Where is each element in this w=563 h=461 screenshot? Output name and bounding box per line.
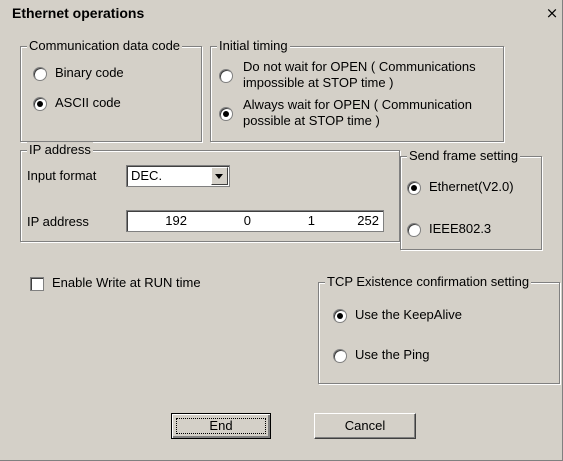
send-frame-setting-group: Send frame setting Ethernet(V2.0) IEEE80… (400, 148, 542, 250)
ip-address-legend: IP address (27, 142, 93, 158)
binary-code-label: Binary code (55, 65, 124, 80)
ip-octet-3[interactable]: 1 (257, 213, 315, 228)
radio-button[interactable] (407, 181, 421, 195)
ieee8023-radio[interactable]: IEEE802.3 (407, 221, 491, 237)
ip-address-field[interactable]: 192 0 1 252 (126, 210, 384, 232)
cancel-button[interactable]: Cancel (314, 413, 416, 439)
ascii-code-radio[interactable]: ASCII code (33, 95, 121, 111)
ip-octet-2[interactable]: 0 (193, 213, 251, 228)
ethernet-v2-label: Ethernet(V2.0) (429, 179, 514, 194)
communication-data-code-legend: Communication data code (27, 38, 183, 54)
checkbox[interactable] (30, 277, 44, 291)
radio-button[interactable] (33, 67, 47, 81)
keepalive-radio[interactable]: Use the KeepAlive (333, 307, 462, 323)
radio-button[interactable] (407, 223, 421, 237)
tcp-existence-group: TCP Existence confirmation setting Use t… (318, 274, 560, 384)
enable-write-checkbox[interactable]: Enable Write at RUN time (30, 275, 201, 291)
end-button[interactable]: End (171, 413, 271, 439)
input-format-value: DEC. (131, 168, 163, 183)
ethernet-operations-dialog: Ethernet operations × Communication data… (0, 0, 563, 461)
close-icon[interactable]: × (543, 4, 561, 22)
ethernet-v2-radio[interactable]: Ethernet(V2.0) (407, 179, 514, 195)
ip-address-group: IP address Input format DEC. IP address … (20, 142, 400, 242)
binary-code-radio[interactable]: Binary code (33, 65, 124, 81)
always-wait-line2: possible at STOP time ) (243, 113, 380, 128)
cancel-button-label: Cancel (344, 418, 386, 433)
communication-data-code-group: Communication data code Binary code ASCI… (20, 38, 202, 142)
initial-timing-legend: Initial timing (217, 38, 290, 54)
ping-label: Use the Ping (355, 347, 430, 362)
initial-timing-group: Initial timing Do not wait for OPEN ( Co… (210, 38, 504, 142)
input-format-label: Input format (27, 168, 97, 183)
always-wait-line1: Always wait for OPEN ( Communication (243, 97, 473, 112)
window-title: Ethernet operations (12, 5, 145, 21)
do-not-wait-radio[interactable]: Do not wait for OPEN ( Communications im… (219, 59, 476, 91)
radio-button[interactable] (33, 97, 47, 111)
radio-button[interactable] (333, 349, 347, 363)
ip-octet-1[interactable]: 192 (129, 213, 187, 228)
input-format-select[interactable]: DEC. (126, 165, 230, 187)
keepalive-label: Use the KeepAlive (355, 307, 462, 322)
ping-radio[interactable]: Use the Ping (333, 347, 429, 363)
send-frame-setting-legend: Send frame setting (407, 148, 521, 164)
ascii-code-label: ASCII code (55, 95, 121, 110)
enable-write-label: Enable Write at RUN time (52, 275, 201, 290)
chevron-down-icon[interactable] (211, 167, 228, 185)
end-button-label: End (209, 418, 233, 433)
radio-button[interactable] (219, 69, 233, 83)
radio-button[interactable] (333, 309, 347, 323)
tcp-existence-legend: TCP Existence confirmation setting (325, 274, 532, 290)
do-not-wait-line2: impossible at STOP time ) (243, 75, 394, 90)
ip-octet-4[interactable]: 252 (321, 213, 379, 228)
title-bar: Ethernet operations × (2, 2, 561, 24)
ieee8023-label: IEEE802.3 (429, 221, 492, 236)
do-not-wait-line1: Do not wait for OPEN ( Communications (243, 59, 476, 74)
radio-button[interactable] (219, 107, 233, 121)
always-wait-radio[interactable]: Always wait for OPEN ( Communication pos… (219, 97, 472, 129)
ip-address-label: IP address (27, 214, 89, 229)
